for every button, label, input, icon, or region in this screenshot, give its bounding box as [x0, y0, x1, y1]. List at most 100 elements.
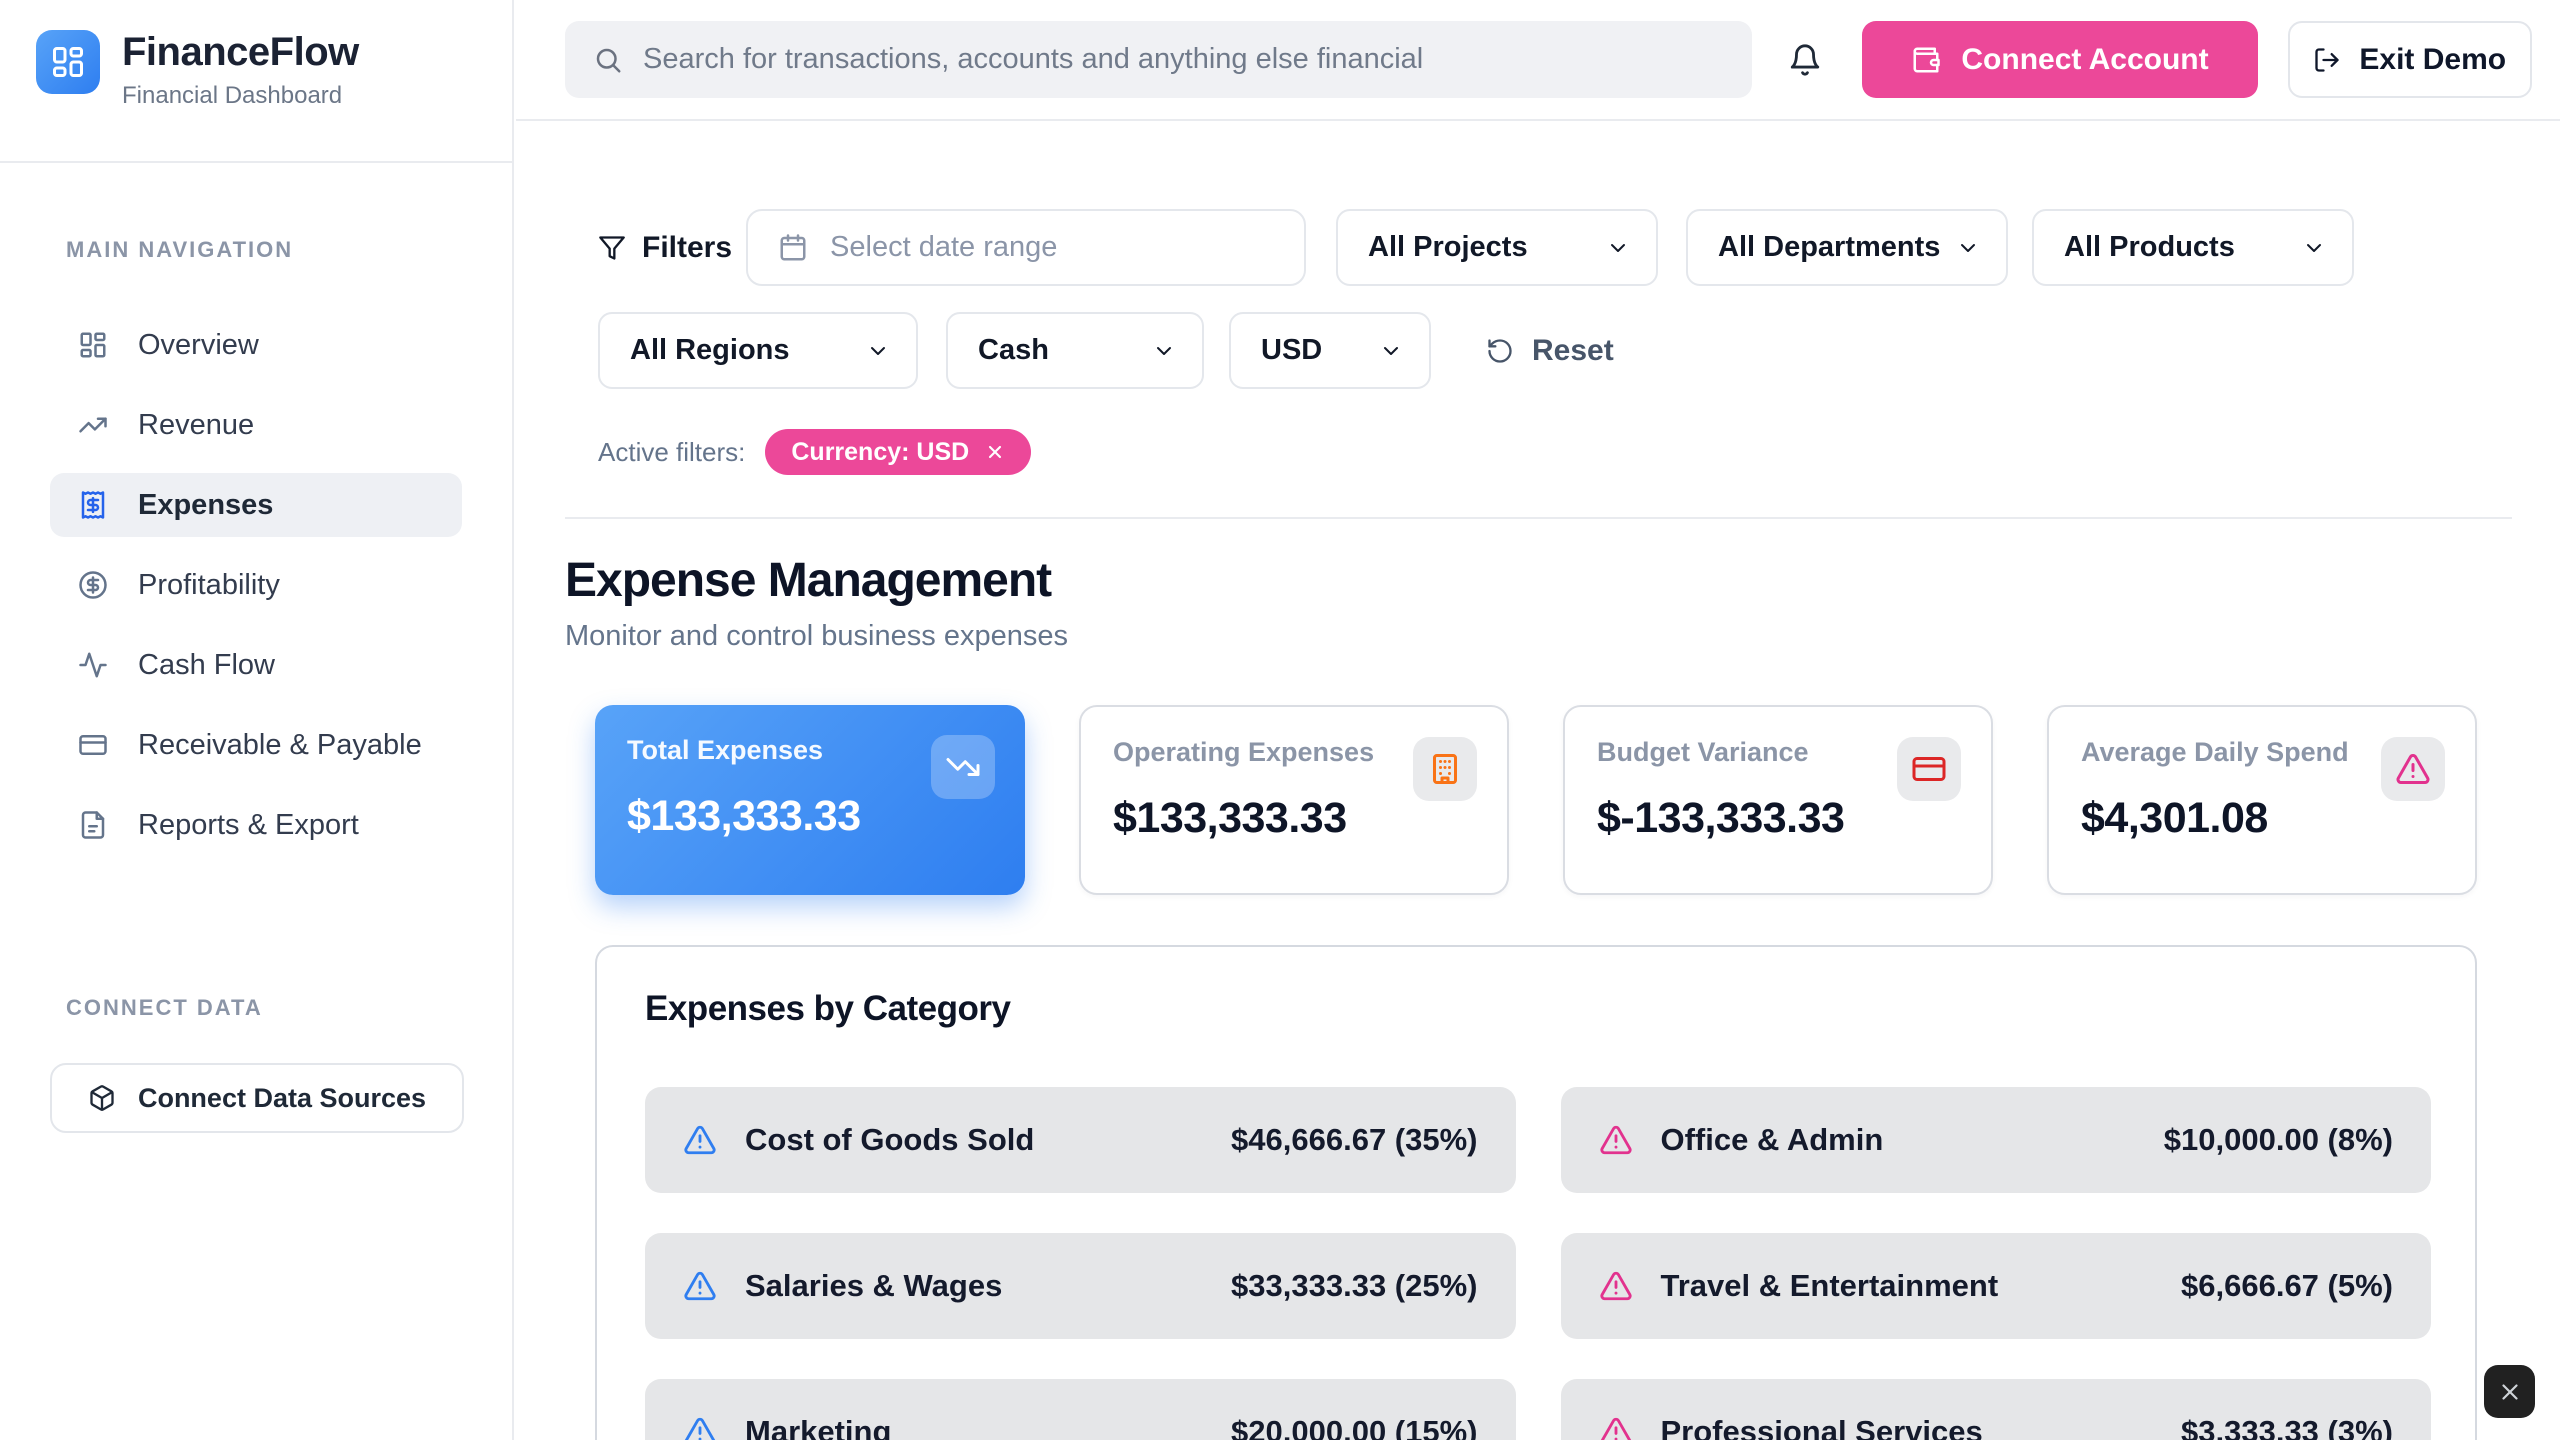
search-input[interactable]: [643, 43, 1724, 76]
connect-data-heading: CONNECT DATA: [66, 995, 263, 1021]
date-range-placeholder: Select date range: [830, 231, 1057, 264]
main-content: Filters Select date range All Projects A…: [516, 123, 2560, 1440]
close-overlay-button[interactable]: [2484, 1365, 2535, 1418]
expenses-by-category-title: Expenses by Category: [645, 989, 2431, 1029]
alert-triangle-icon: [1599, 1269, 1633, 1303]
active-filters-label: Active filters:: [598, 437, 745, 468]
sidebar-item-label: Revenue: [138, 409, 254, 442]
departments-select[interactable]: All Departments: [1686, 209, 2008, 286]
currency-filter-chip-label: Currency: USD: [791, 438, 969, 467]
currency-filter-chip[interactable]: Currency: USD: [765, 429, 1031, 475]
chevron-down-icon: [1956, 236, 1980, 260]
category-amount: $6,666.67 (5%): [2181, 1268, 2393, 1304]
sidebar-item-reports-export[interactable]: Reports & Export: [50, 793, 462, 857]
chevron-down-icon: [1152, 339, 1176, 363]
stat-value: $133,333.33: [1113, 794, 1475, 843]
regions-select-value: All Regions: [630, 334, 790, 367]
alert-triangle-icon: [1599, 1415, 1633, 1440]
filters-row-1: Filters Select date range All Projects A…: [565, 209, 2512, 286]
file-text-icon: [78, 810, 108, 840]
alert-triangle-icon: [683, 1269, 717, 1303]
sidebar-item-label: Expenses: [138, 489, 273, 522]
sidebar-item-profitability[interactable]: Profitability: [50, 553, 462, 617]
category-amount: $3,333.33 (3%): [2181, 1414, 2393, 1440]
section-divider: [565, 517, 2512, 519]
log-out-icon: [2313, 46, 2341, 74]
payment-method-select-value: Cash: [978, 334, 1049, 367]
alert-triangle-icon: [683, 1415, 717, 1440]
stat-value: $4,301.08: [2081, 794, 2443, 843]
receipt-icon: [78, 490, 108, 520]
products-select[interactable]: All Products: [2032, 209, 2354, 286]
bell-icon[interactable]: [1788, 43, 1822, 77]
stat-card-operating-expenses: Operating Expenses $133,333.33: [1079, 705, 1509, 895]
expenses-by-category-panel: Expenses by Category Cost of Goods Sold …: [595, 945, 2477, 1440]
currency-select[interactable]: USD: [1229, 312, 1431, 389]
sidebar-item-label: Profitability: [138, 569, 280, 602]
brand-header: FinanceFlow Financial Dashboard: [0, 0, 512, 163]
trending-up-icon: [78, 410, 108, 440]
circle-dollar-icon: [78, 570, 108, 600]
products-select-value: All Products: [2064, 231, 2235, 264]
dashboard-logo-icon: [50, 44, 86, 80]
search-icon: [593, 45, 623, 75]
category-row-salaries-wages: Salaries & Wages $33,333.33 (25%): [645, 1233, 1516, 1339]
sidebar-item-label: Overview: [138, 329, 259, 362]
brand-name: FinanceFlow: [122, 30, 359, 75]
stat-value: $133,333.33: [627, 792, 993, 841]
sidebar: FinanceFlow Financial Dashboard MAIN NAV…: [0, 0, 514, 1440]
funnel-icon: [598, 234, 626, 262]
brand-tagline: Financial Dashboard: [122, 82, 359, 110]
filters-title: Filters: [598, 231, 732, 265]
sidebar-item-expenses[interactable]: Expenses: [50, 473, 462, 537]
brand-text: FinanceFlow Financial Dashboard: [122, 30, 359, 161]
stat-card-budget-variance: Budget Variance $-133,333.33: [1563, 705, 1993, 895]
wallet-icon: [1911, 45, 1941, 75]
stat-value: $-133,333.33: [1597, 794, 1959, 843]
chevron-down-icon: [1606, 236, 1630, 260]
category-amount: $20,000.00 (15%): [1231, 1414, 1477, 1440]
chevron-down-icon: [1379, 339, 1403, 363]
sidebar-item-overview[interactable]: Overview: [50, 313, 462, 377]
category-name: Office & Admin: [1661, 1122, 1884, 1158]
sidebar-item-label: Reports & Export: [138, 809, 359, 842]
connect-account-label: Connect Account: [1961, 43, 2208, 77]
category-row-travel-entertainment: Travel & Entertainment $6,666.67 (5%): [1561, 1233, 2432, 1339]
payment-method-select[interactable]: Cash: [946, 312, 1204, 389]
exit-demo-button[interactable]: Exit Demo: [2288, 21, 2532, 98]
category-name: Professional Services: [1661, 1414, 1983, 1440]
projects-select[interactable]: All Projects: [1336, 209, 1658, 286]
topbar: Connect Account Exit Demo: [516, 0, 2560, 121]
page-subtitle: Monitor and control business expenses: [565, 620, 2512, 653]
connect-account-button[interactable]: Connect Account: [1862, 21, 2257, 98]
app-logo: [36, 30, 100, 94]
category-name: Travel & Entertainment: [1661, 1268, 1999, 1304]
category-name: Cost of Goods Sold: [745, 1122, 1034, 1158]
alert-triangle-icon: [683, 1123, 717, 1157]
sidebar-item-receivable-payable[interactable]: Receivable & Payable: [50, 713, 462, 777]
cube-icon: [88, 1084, 116, 1112]
alert-triangle-icon: [1599, 1123, 1633, 1157]
regions-select[interactable]: All Regions: [598, 312, 918, 389]
date-range-input[interactable]: Select date range: [746, 209, 1306, 286]
exit-demo-label: Exit Demo: [2359, 43, 2506, 77]
stat-cards: Total Expenses $133,333.33 Operating Exp…: [595, 705, 2477, 895]
category-amount: $10,000.00 (8%): [2164, 1122, 2393, 1158]
rotate-ccw-icon: [1486, 337, 1514, 365]
filters-label: Filters: [642, 231, 732, 265]
remove-filter-icon[interactable]: [985, 442, 1005, 462]
connect-data-sources-label: Connect Data Sources: [138, 1083, 426, 1114]
category-name: Salaries & Wages: [745, 1268, 1002, 1304]
search-box: [565, 21, 1752, 98]
sidebar-item-revenue[interactable]: Revenue: [50, 393, 462, 457]
main-navigation: Overview Revenue Expenses Profitability …: [0, 313, 512, 857]
reset-label: Reset: [1532, 334, 1614, 368]
chevron-down-icon: [2302, 236, 2326, 260]
reset-filters-button[interactable]: Reset: [1486, 334, 1614, 368]
category-row-cost-of-goods-sold: Cost of Goods Sold $46,666.67 (35%): [645, 1087, 1516, 1193]
dashboard-icon: [78, 330, 108, 360]
category-amount: $46,666.67 (35%): [1231, 1122, 1477, 1158]
close-icon: [2497, 1379, 2523, 1405]
connect-data-sources-button[interactable]: Connect Data Sources: [50, 1063, 464, 1133]
sidebar-item-cash-flow[interactable]: Cash Flow: [50, 633, 462, 697]
